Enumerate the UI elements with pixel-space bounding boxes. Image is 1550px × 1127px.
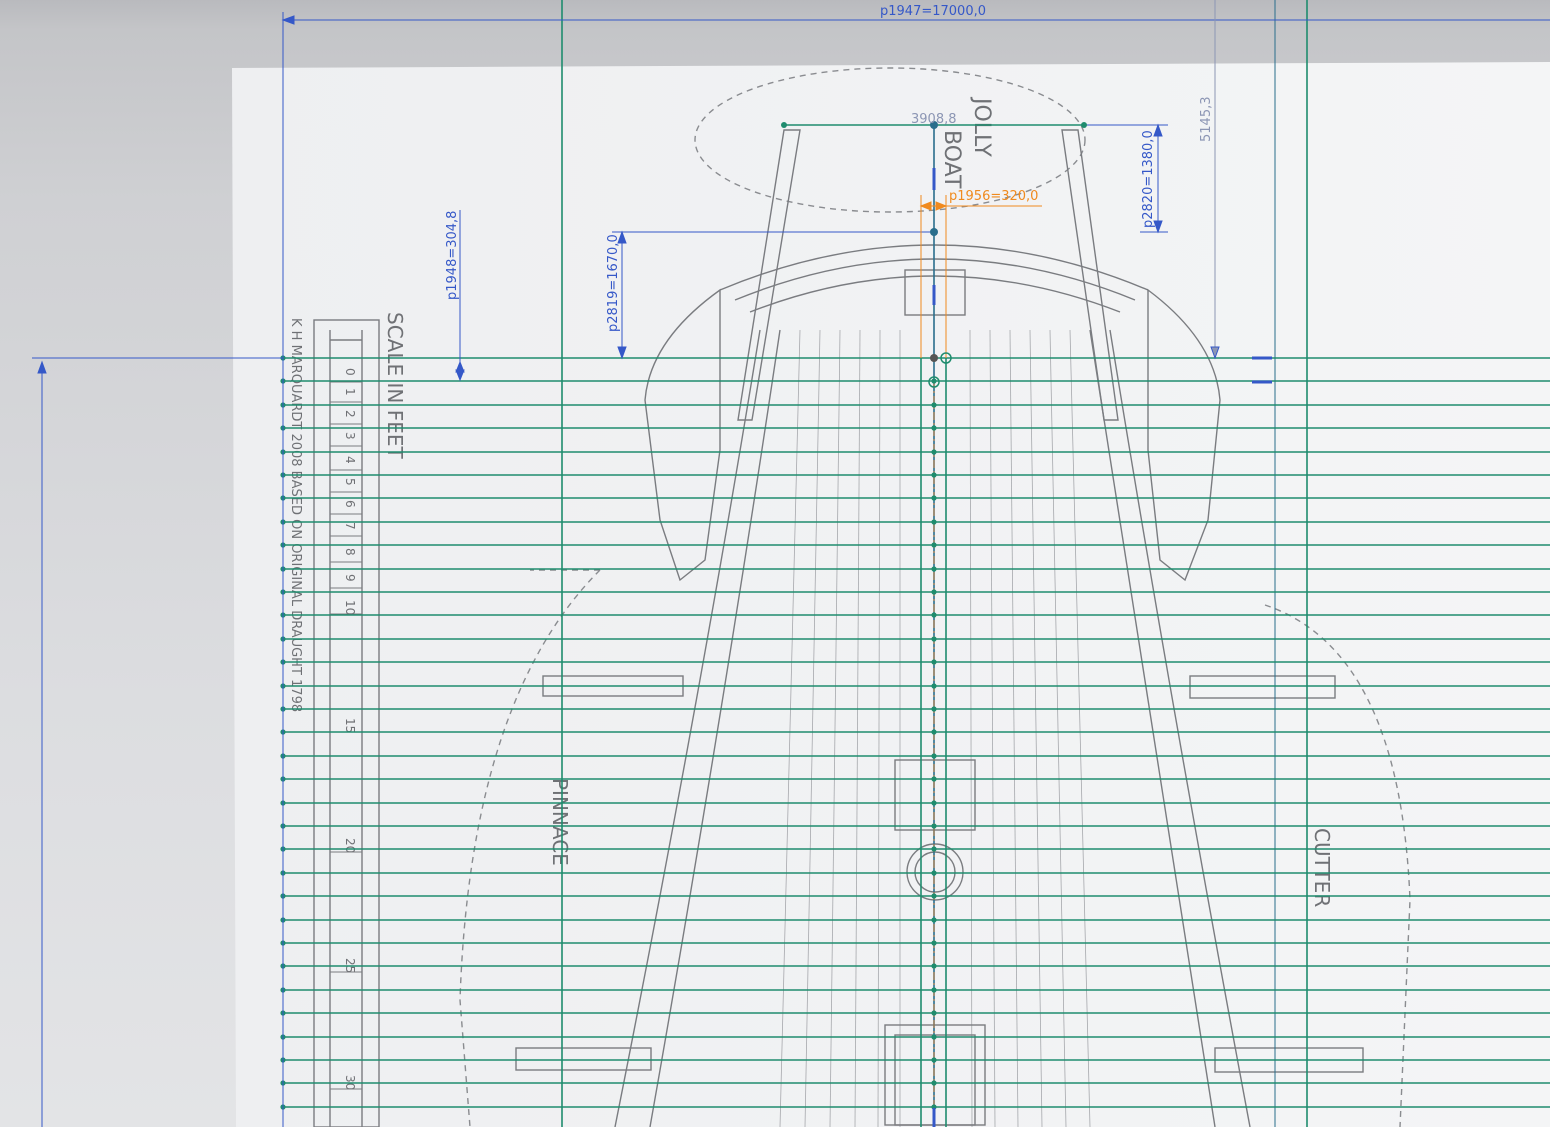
scale-title: SCALE IN FEET bbox=[383, 312, 407, 459]
station-point[interactable] bbox=[931, 519, 937, 525]
station-point[interactable] bbox=[931, 402, 937, 408]
station-point[interactable] bbox=[931, 589, 937, 595]
offset-label[interactable]: p1948=304,8 bbox=[445, 211, 460, 300]
blueprint-image: JOLLY BOAT SCALE IN FEET K H MARQUARDT 2… bbox=[232, 62, 1550, 1127]
scale-tick-label: 6 bbox=[343, 500, 357, 508]
station-point[interactable] bbox=[931, 729, 937, 735]
scale-tick-label: 15 bbox=[343, 718, 357, 733]
station-point[interactable] bbox=[931, 378, 937, 384]
station-point[interactable] bbox=[931, 1080, 937, 1086]
sketch-canvas[interactable]: JOLLY BOAT SCALE IN FEET K H MARQUARDT 2… bbox=[0, 0, 1550, 1127]
jolly-boat-label-a: JOLLY bbox=[969, 96, 994, 157]
station-point[interactable] bbox=[931, 893, 937, 899]
scale-tick-label: 8 bbox=[343, 548, 357, 556]
point-jolly-right[interactable] bbox=[1081, 122, 1087, 128]
scale-tick-label: 5 bbox=[343, 478, 357, 486]
station-point[interactable] bbox=[931, 542, 937, 548]
scale-tick-label: 9 bbox=[343, 574, 357, 582]
station-point[interactable] bbox=[931, 425, 937, 431]
station-point[interactable] bbox=[931, 449, 937, 455]
station-point[interactable] bbox=[931, 917, 937, 923]
blueprint-sheet bbox=[232, 62, 1550, 1127]
jolly-boat-label-b: BOAT bbox=[939, 130, 964, 189]
scale-tick-label: 10 bbox=[343, 600, 357, 615]
right-depth-label[interactable]: 5145,3 bbox=[1199, 97, 1214, 143]
jolly-height-label[interactable]: p2820=1380,0 bbox=[1141, 130, 1156, 228]
station-point[interactable] bbox=[931, 1034, 937, 1040]
cad-viewport[interactable]: JOLLY BOAT SCALE IN FEET K H MARQUARDT 2… bbox=[0, 0, 1550, 1127]
centre-offset-label[interactable]: p1956=320,0 bbox=[949, 189, 1038, 204]
station-point[interactable] bbox=[931, 659, 937, 665]
station-point[interactable] bbox=[931, 683, 937, 689]
scale-tick-label: 2 bbox=[343, 410, 357, 418]
station-point[interactable] bbox=[931, 566, 937, 572]
scale-tick-label: 4 bbox=[343, 456, 357, 464]
station-point[interactable] bbox=[931, 800, 937, 806]
station-point[interactable] bbox=[931, 706, 937, 712]
point-stern-centre[interactable] bbox=[930, 228, 938, 236]
station-point[interactable] bbox=[931, 495, 937, 501]
stern-depth-label[interactable]: p2819=1670,0 bbox=[606, 234, 621, 332]
station-point[interactable] bbox=[931, 987, 937, 993]
station-point[interactable] bbox=[931, 636, 937, 642]
pinnace-label: PINNACE bbox=[548, 778, 572, 866]
scale-tick-label: 3 bbox=[343, 432, 357, 440]
point-origin[interactable] bbox=[930, 354, 938, 362]
jolly-span-label[interactable]: 3908,8 bbox=[911, 112, 957, 127]
station-point[interactable] bbox=[931, 823, 937, 829]
scale-tick-label: 20 bbox=[343, 838, 357, 853]
station-point[interactable] bbox=[931, 846, 937, 852]
station-point[interactable] bbox=[931, 1057, 937, 1063]
designer-credit: K H MARQUARDT 2008 BASED ON ORIGINAL DRA… bbox=[288, 318, 303, 712]
station-point[interactable] bbox=[931, 870, 937, 876]
station-point[interactable] bbox=[931, 776, 937, 782]
scale-tick-label: 7 bbox=[343, 522, 357, 530]
station-point[interactable] bbox=[931, 963, 937, 969]
point-jolly-left[interactable] bbox=[781, 122, 787, 128]
station-point[interactable] bbox=[931, 612, 937, 618]
scale-tick-label: 0 bbox=[343, 368, 357, 376]
station-point[interactable] bbox=[931, 940, 937, 946]
station-point[interactable] bbox=[931, 472, 937, 478]
station-point[interactable] bbox=[931, 1010, 937, 1016]
scale-tick-label: 1 bbox=[343, 388, 357, 396]
station-point[interactable] bbox=[931, 753, 937, 759]
overall-width-label[interactable]: p1947=17000,0 bbox=[880, 4, 986, 19]
